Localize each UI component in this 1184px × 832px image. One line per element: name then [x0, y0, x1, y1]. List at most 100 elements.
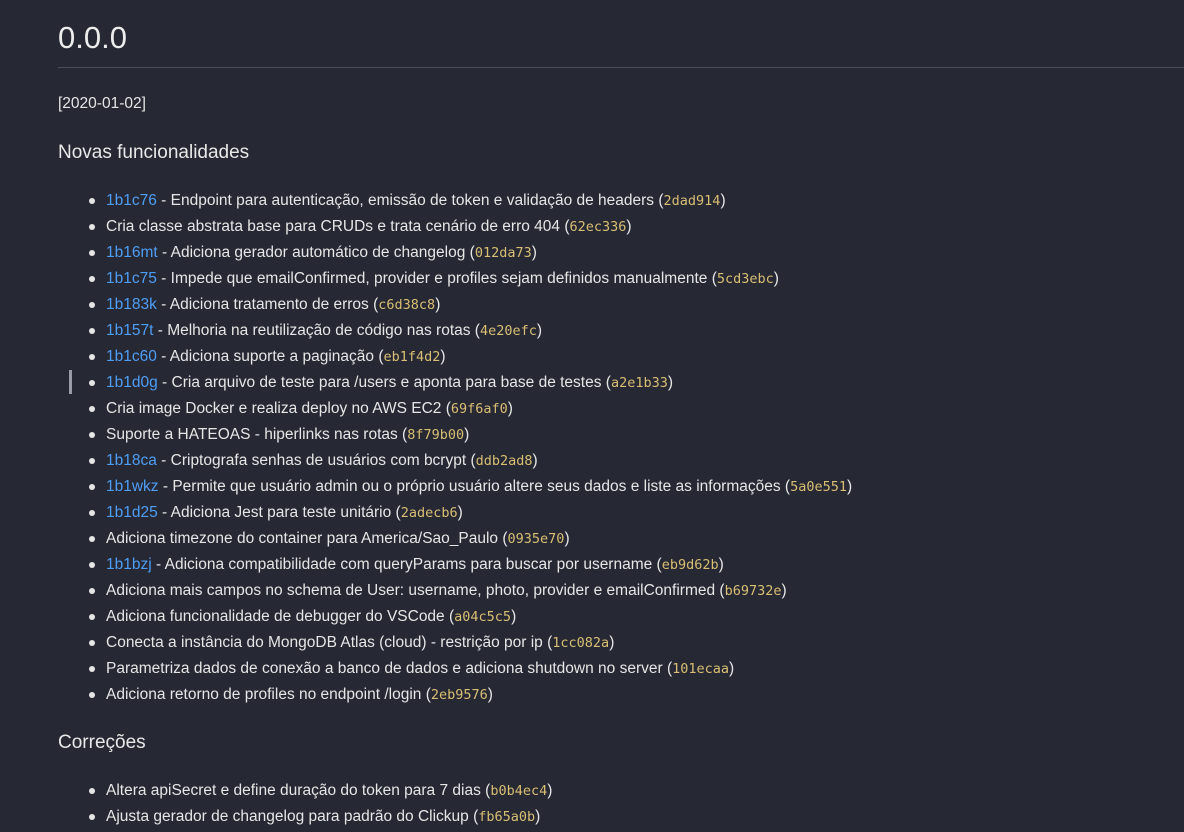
task-link[interactable]: 1b1c60	[106, 348, 157, 365]
bullet-icon	[89, 562, 95, 568]
closing-paren: )	[609, 634, 615, 651]
task-separator: -	[151, 556, 165, 573]
commit-hash-link[interactable]: 62ec336	[570, 219, 627, 235]
closing-paren: )	[511, 608, 517, 625]
commit-hash-link[interactable]: eb9d62b	[662, 557, 719, 573]
task-link[interactable]: 1b16mt	[106, 244, 158, 261]
commit-hash-link[interactable]: 2eb9576	[431, 687, 488, 703]
commit-hash-link[interactable]: 1cc082a	[552, 635, 609, 651]
commit-hash-link[interactable]: 4e20efc	[480, 323, 537, 339]
task-link[interactable]: 1b1d25	[106, 504, 158, 521]
text-cursor-bar	[69, 370, 72, 394]
closing-paren: )	[531, 244, 537, 261]
commit-hash-link[interactable]: 101ecaa	[672, 661, 729, 677]
commit-hash-link[interactable]: b69732e	[725, 583, 782, 599]
changelog-page: 0.0.0 [2020-01-02] Novas funcionalidades…	[0, 0, 1184, 832]
release-date: [2020-01-02]	[58, 95, 146, 112]
closing-paren: )	[667, 374, 674, 391]
item-text: Adiciona compatibilidade com queryParams…	[164, 556, 662, 573]
task-separator: -	[157, 244, 171, 261]
list-item: 1b1c60 - Adiciona suporte a paginação (e…	[0, 344, 852, 370]
bullet-icon	[89, 484, 95, 490]
bullet-icon	[89, 380, 95, 386]
bullet-icon	[89, 224, 95, 230]
list-item: 1b1bzj - Adiciona compatibilidade com qu…	[0, 552, 852, 578]
item-text: Permite que usuário admin ou o próprio u…	[172, 478, 791, 495]
commit-hash-link[interactable]: 2adecb6	[401, 505, 458, 521]
section-heading-features: Novas funcionalidades	[58, 142, 250, 163]
item-text: Adiciona retorno de profiles no endpoint…	[106, 686, 431, 703]
item-text: Melhoria na reutilização de código nas r…	[167, 322, 480, 339]
commit-hash-link[interactable]: 69f6af0	[451, 401, 508, 417]
task-link[interactable]: 1b1bzj	[106, 556, 152, 573]
closing-paren: )	[464, 426, 470, 443]
title-divider	[58, 67, 1184, 68]
task-separator: -	[156, 452, 171, 469]
task-separator: -	[157, 504, 171, 521]
commit-hash-link[interactable]: eb1f4d2	[383, 349, 440, 365]
item-text: Impede que emailConfirmed, provider e pr…	[170, 270, 717, 287]
list-item: Cria classe abstrata base para CRUDs e t…	[0, 214, 852, 240]
list-item: 1b1d0g - Cria arquivo de teste para /use…	[0, 370, 852, 396]
task-link[interactable]: 1b18ca	[106, 452, 157, 469]
bullet-icon	[89, 666, 95, 672]
commit-hash-link[interactable]: a2e1b33	[611, 375, 668, 391]
closing-paren: )	[487, 686, 493, 703]
fixes-list: Altera apiSecret e define duração do tok…	[0, 778, 552, 830]
closing-paren: )	[440, 348, 446, 365]
closing-paren: )	[457, 504, 463, 521]
item-text: Adiciona gerador automático de changelog…	[170, 244, 475, 261]
task-link[interactable]: 1b1wkz	[106, 478, 159, 495]
closing-paren: )	[547, 782, 553, 799]
task-separator: -	[157, 374, 172, 391]
commit-hash-link[interactable]: c6d38c8	[378, 297, 435, 313]
task-link[interactable]: 1b1c76	[106, 192, 157, 209]
task-link[interactable]: 1b1d0g	[106, 374, 158, 391]
commit-hash-link[interactable]: 5a0e551	[790, 479, 847, 495]
item-text: Adiciona mais campos no schema de User: …	[106, 582, 725, 599]
task-separator: -	[153, 322, 168, 339]
bullet-icon	[89, 692, 95, 698]
section-heading-fixes: Correções	[58, 732, 146, 753]
task-separator: -	[156, 192, 171, 209]
task-link[interactable]: 1b1c75	[106, 270, 157, 287]
commit-hash-link[interactable]: 8f79b00	[407, 427, 464, 443]
bullet-icon	[89, 276, 95, 282]
closing-paren: )	[781, 582, 787, 599]
commit-hash-link[interactable]: a04c5c5	[454, 609, 511, 625]
commit-hash-link[interactable]: b0b4ec4	[490, 783, 547, 799]
list-item: Altera apiSecret e define duração do tok…	[0, 778, 552, 804]
commit-hash-link[interactable]: 0935e70	[508, 531, 565, 547]
bullet-icon	[89, 640, 95, 646]
task-separator: -	[158, 478, 173, 495]
list-item: 1b157t - Melhoria na reutilização de cód…	[0, 318, 852, 344]
item-text: Cria image Docker e realiza deploy no AW…	[106, 400, 451, 417]
closing-paren: )	[847, 478, 853, 495]
list-item: Adiciona retorno de profiles no endpoint…	[0, 682, 852, 708]
features-list: 1b1c76 - Endpoint para autenticação, emi…	[0, 188, 852, 708]
commit-hash-link[interactable]: 012da73	[475, 245, 532, 261]
task-link[interactable]: 1b183k	[106, 296, 157, 313]
bullet-icon	[89, 814, 95, 820]
commit-hash-link[interactable]: 2dad914	[664, 193, 721, 209]
item-text: Adiciona Jest para teste unitário (	[170, 504, 401, 521]
task-link[interactable]: 1b157t	[106, 322, 153, 339]
bullet-icon	[89, 588, 95, 594]
commit-hash-link[interactable]: fb65a0b	[478, 809, 535, 825]
bullet-icon	[89, 536, 95, 542]
item-text: Altera apiSecret e define duração do tok…	[106, 782, 491, 799]
commit-hash-link[interactable]: ddb2ad8	[476, 453, 533, 469]
bullet-icon	[89, 458, 95, 464]
list-item: Parametriza dados de conexão a banco de …	[0, 656, 852, 682]
item-text: Endpoint para autenticação, emissão de t…	[170, 192, 664, 209]
closing-paren: )	[536, 322, 543, 339]
item-text: Suporte a HATEOAS - hiperlinks nas rotas…	[106, 426, 408, 443]
list-item: 1b16mt - Adiciona gerador automático de …	[0, 240, 852, 266]
bullet-icon	[89, 406, 95, 412]
task-separator: -	[156, 296, 170, 313]
list-item: Cria image Docker e realiza deploy no AW…	[0, 396, 852, 422]
bullet-icon	[89, 250, 95, 256]
commit-hash-link[interactable]: 5cd3ebc	[717, 271, 774, 287]
list-item: 1b1wkz - Permite que usuário admin ou o …	[0, 474, 852, 500]
list-item: Ajusta gerador de changelog para padrão …	[0, 804, 552, 830]
